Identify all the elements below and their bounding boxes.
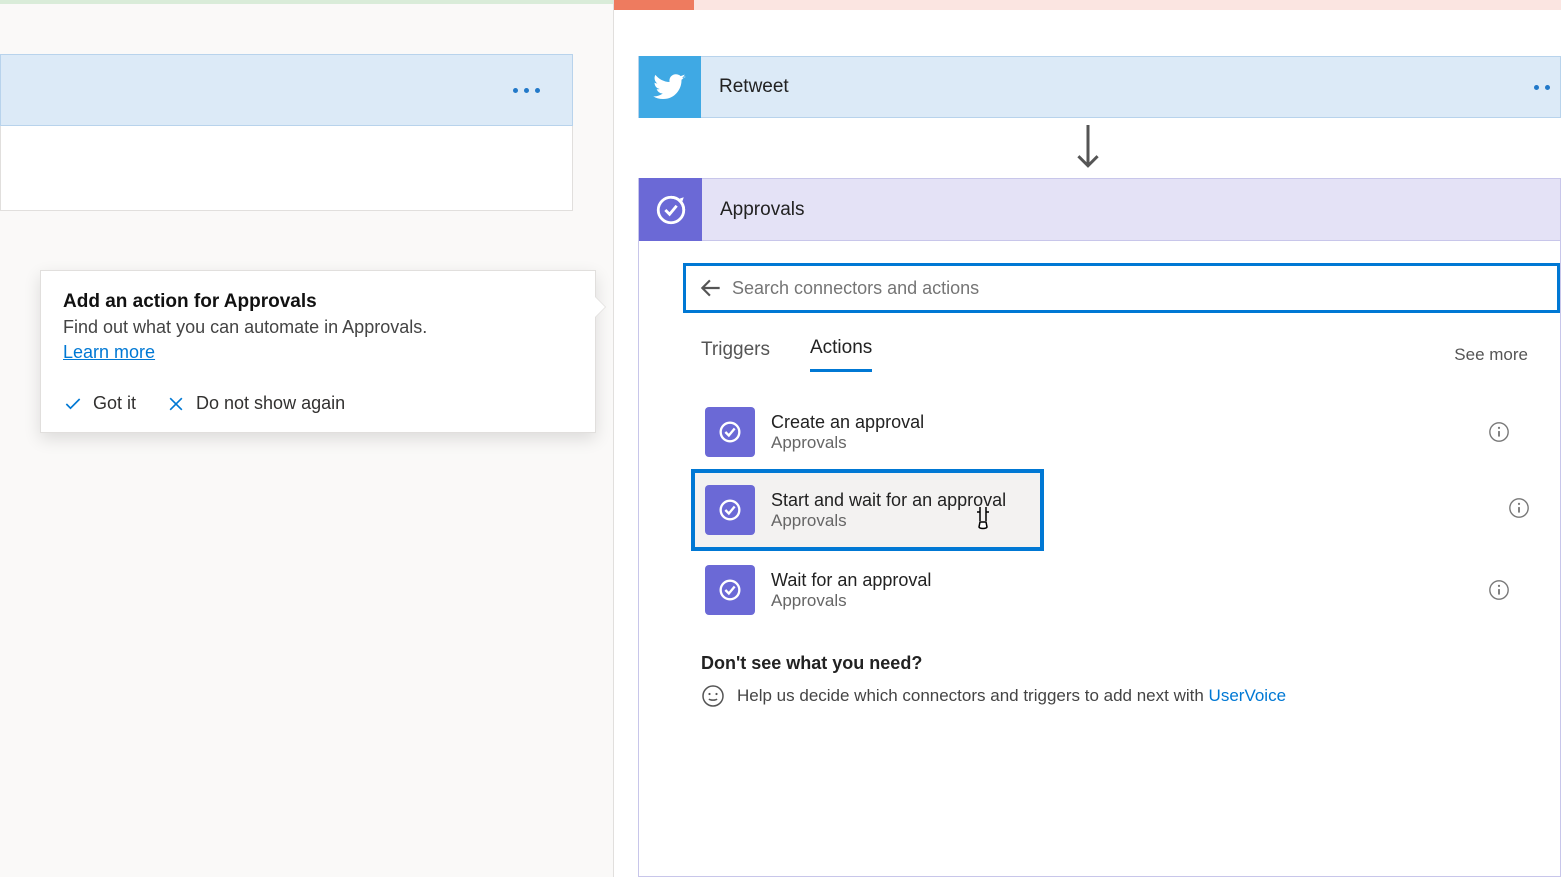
action-list: Create an approval Approvals Start and w… (695, 395, 1520, 627)
action-sub: Approvals (771, 433, 924, 453)
top-strip (0, 0, 613, 4)
action-picker: Triggers Actions See more Create an appr… (638, 241, 1561, 877)
accent-strip-light (694, 0, 1561, 10)
callout-learn-more-link[interactable]: Learn more (63, 342, 155, 362)
info-icon[interactable] (1508, 497, 1530, 519)
back-icon[interactable] (696, 273, 726, 303)
accent-strip (614, 0, 694, 10)
prev-card-body (0, 126, 573, 211)
more-icon[interactable] (1534, 85, 1550, 90)
action-start-wait-approval[interactable]: Start and wait for an approval Approvals (695, 473, 1040, 547)
action-sub: Approvals (771, 511, 1006, 531)
right-panel: Retweet Approvals Triggers Actions See m… (614, 0, 1561, 877)
prev-card[interactable] (0, 54, 573, 126)
approvals-icon (705, 407, 755, 457)
donotshow-button[interactable]: Do not show again (166, 393, 345, 414)
approvals-label: Approvals (720, 199, 805, 221)
arrow-down-icon (1073, 125, 1103, 173)
uservoice-link[interactable]: UserVoice (1209, 686, 1286, 705)
search-box[interactable] (683, 263, 1560, 313)
check-icon (63, 394, 83, 414)
gotit-label: Got it (93, 393, 136, 414)
tab-actions[interactable]: Actions (810, 337, 872, 372)
help-footer: Don't see what you need? Help us decide … (701, 653, 1520, 708)
info-icon[interactable] (1488, 421, 1510, 443)
tab-triggers[interactable]: Triggers (701, 339, 770, 371)
gotit-button[interactable]: Got it (63, 393, 136, 414)
retweet-label: Retweet (719, 76, 789, 98)
action-title: Create an approval (771, 412, 924, 433)
retweet-card[interactable]: Retweet (638, 56, 1561, 118)
action-title: Start and wait for an approval (771, 490, 1006, 511)
action-title: Wait for an approval (771, 570, 931, 591)
approvals-icon (705, 485, 755, 535)
action-create-approval[interactable]: Create an approval Approvals (695, 395, 1520, 469)
more-icon[interactable] (513, 88, 540, 93)
search-input[interactable] (732, 278, 1547, 299)
twitter-icon (639, 56, 701, 118)
approvals-icon (639, 178, 702, 241)
action-sub: Approvals (771, 591, 931, 611)
callout-desc: Find out what you can automate in Approv… (63, 317, 573, 338)
close-icon (166, 394, 186, 414)
see-more-link[interactable]: See more (1454, 345, 1528, 365)
left-panel: Add an action for Approvals Find out wha… (0, 0, 614, 877)
help-title: Don't see what you need? (701, 653, 1520, 674)
donotshow-label: Do not show again (196, 393, 345, 414)
info-icon[interactable] (1488, 579, 1510, 601)
teaching-callout: Add an action for Approvals Find out wha… (40, 270, 596, 433)
callout-title: Add an action for Approvals (63, 291, 573, 313)
smiley-icon (701, 684, 725, 708)
action-wait-approval[interactable]: Wait for an approval Approvals (695, 553, 1520, 627)
tabs: Triggers Actions See more (701, 337, 1560, 373)
approvals-icon (705, 565, 755, 615)
approvals-card-header[interactable]: Approvals (638, 178, 1561, 241)
help-text: Help us decide which connectors and trig… (737, 686, 1209, 705)
